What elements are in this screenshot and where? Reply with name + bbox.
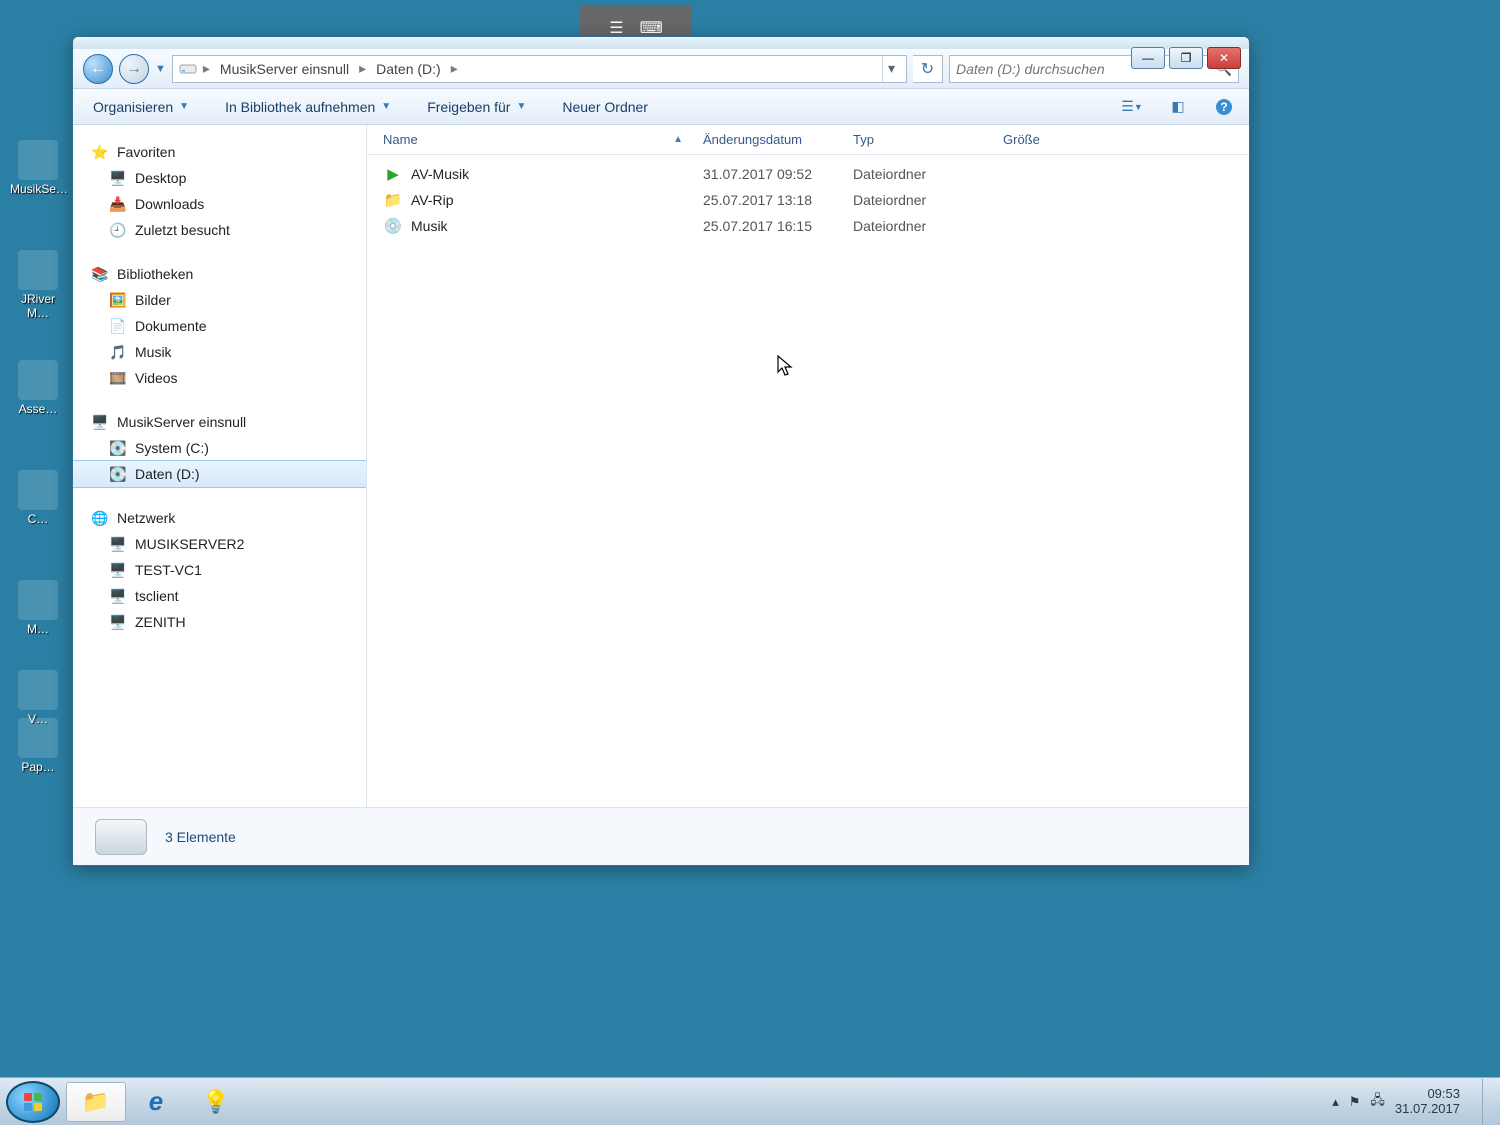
share-button[interactable]: Freigeben für ▼ <box>421 95 532 119</box>
desktop-icon[interactable]: M… <box>10 580 66 636</box>
tray-flag-icon[interactable]: ⚑ <box>1349 1094 1361 1110</box>
explorer-icon: 📁 <box>82 1089 109 1115</box>
keyboard-icon[interactable]: ⌨ <box>640 18 663 38</box>
organize-button[interactable]: Organisieren ▼ <box>87 95 195 119</box>
preview-pane-button[interactable]: ◧ <box>1167 96 1189 118</box>
networkpc-icon: 🖥️ <box>109 587 127 605</box>
recent-icon: 🕘 <box>109 221 127 239</box>
play-folder-icon: ▶ <box>383 164 403 184</box>
file-row[interactable]: ▶ AV-Musik 31.07.2017 09:52 Dateiordner <box>367 161 1249 187</box>
svg-text:?: ? <box>1220 100 1227 114</box>
networkpc-icon: 🖥️ <box>109 561 127 579</box>
networkpc-icon: 🖥️ <box>109 535 127 553</box>
music-icon: 🎵 <box>109 343 127 361</box>
history-dropdown[interactable]: ▼ <box>155 63 166 75</box>
new-folder-button[interactable]: Neuer Ordner <box>556 95 654 119</box>
file-list: Name▲ Änderungsdatum Typ Größe ▶ AV-Musi… <box>367 125 1249 807</box>
close-button[interactable]: ✕ <box>1207 47 1241 69</box>
libraries-icon: 📚 <box>91 265 109 283</box>
nav-pictures[interactable]: 🖼️Bilder <box>73 287 366 313</box>
view-button[interactable]: ☰ ▼ <box>1121 96 1143 118</box>
refresh-button[interactable]: ↻ <box>913 55 943 83</box>
sort-asc-icon: ▲ <box>673 134 683 145</box>
drive-icon: 💽 <box>109 465 127 483</box>
breadcrumb-computer[interactable]: MusikServer einsnull <box>216 61 353 77</box>
desktop-icon[interactable]: MusikSe… <box>10 140 66 196</box>
column-size[interactable]: Größe <box>1003 132 1123 147</box>
desktop-icon[interactable]: C… <box>10 470 66 526</box>
column-name[interactable]: Name▲ <box>383 132 703 147</box>
tray-arrow-icon[interactable]: ▴ <box>1332 1094 1339 1110</box>
nav-netpc[interactable]: 🖥️TEST-VC1 <box>73 557 366 583</box>
status-bar: 3 Elemente <box>73 807 1249 865</box>
star-icon: ⭐ <box>91 143 109 161</box>
bulb-icon: 💡 <box>202 1089 229 1115</box>
nav-libraries[interactable]: 📚Bibliotheken <box>73 261 366 287</box>
taskbar-explorer[interactable]: 📁 <box>66 1082 126 1122</box>
nav-videos[interactable]: 🎞️Videos <box>73 365 366 391</box>
nav-desktop[interactable]: 🖥️Desktop <box>73 165 366 191</box>
nav-downloads[interactable]: 📥Downloads <box>73 191 366 217</box>
column-type[interactable]: Typ <box>853 132 1003 147</box>
include-library-button[interactable]: In Bibliothek aufnehmen ▼ <box>219 95 397 119</box>
file-row[interactable]: 💿 Musik 25.07.2017 16:15 Dateiordner <box>367 213 1249 239</box>
minimize-button[interactable]: — <box>1131 47 1165 69</box>
status-text: 3 Elemente <box>165 829 236 845</box>
desktop-icon[interactable]: Asse… <box>10 360 66 416</box>
explorer-window: — ❐ ✕ ← → ▼ ▸ MusikServer einsnull ▸ Dat… <box>72 36 1250 866</box>
nav-drive-d[interactable]: 💽Daten (D:) <box>73 460 366 488</box>
file-row[interactable]: 📁 AV-Rip 25.07.2017 13:18 Dateiordner <box>367 187 1249 213</box>
nav-recent[interactable]: 🕘Zuletzt besucht <box>73 217 366 243</box>
nav-pane: ⭐Favoriten 🖥️Desktop 📥Downloads 🕘Zuletzt… <box>73 125 367 807</box>
nav-favorites[interactable]: ⭐Favoriten <box>73 139 366 165</box>
nav-music[interactable]: 🎵Musik <box>73 339 366 365</box>
column-date[interactable]: Änderungsdatum <box>703 132 853 147</box>
desktop-icon: 🖥️ <box>109 169 127 187</box>
nav-netpc[interactable]: 🖥️ZENITH <box>73 609 366 635</box>
videos-icon: 🎞️ <box>109 369 127 387</box>
show-desktop-button[interactable] <box>1482 1079 1494 1125</box>
desktop-icon[interactable]: JRiver M… <box>10 250 66 320</box>
network-icon: 🌐 <box>91 509 109 527</box>
folder-icon: 📁 <box>383 190 403 210</box>
breadcrumb-current[interactable]: Daten (D:) <box>372 61 445 77</box>
taskbar: 📁 e 💡 ▴ ⚑ 🖧 09:53 31.07.2017 <box>0 1077 1500 1125</box>
drive-thumb-icon <box>95 819 147 855</box>
nav-computer[interactable]: 🖥️MusikServer einsnull <box>73 409 366 435</box>
menu-icon[interactable]: ☰ <box>609 18 623 38</box>
nav-netpc[interactable]: 🖥️tsclient <box>73 583 366 609</box>
start-button[interactable] <box>6 1081 60 1123</box>
nav-drive-c[interactable]: 💽System (C:) <box>73 435 366 461</box>
downloads-icon: 📥 <box>109 195 127 213</box>
documents-icon: 📄 <box>109 317 127 335</box>
nav-netpc[interactable]: 🖥️MUSIKSERVER2 <box>73 531 366 557</box>
taskbar-app[interactable]: 💡 <box>186 1082 246 1122</box>
forward-button[interactable]: → <box>119 54 149 84</box>
nav-documents[interactable]: 📄Dokumente <box>73 313 366 339</box>
taskbar-ie[interactable]: e <box>126 1082 186 1122</box>
address-dropdown[interactable]: ▾ <box>882 56 900 82</box>
tray-network-icon[interactable]: 🖧 <box>1370 1091 1385 1113</box>
maximize-button[interactable]: ❐ <box>1169 47 1203 69</box>
drive-icon <box>179 62 197 76</box>
mouse-cursor-icon <box>777 355 793 377</box>
help-button[interactable]: ? <box>1213 96 1235 118</box>
computer-icon: 🖥️ <box>91 413 109 431</box>
address-bar[interactable]: ▸ MusikServer einsnull ▸ Daten (D:) ▸ ▾ <box>172 55 907 83</box>
tray-clock[interactable]: 09:53 31.07.2017 <box>1395 1087 1466 1117</box>
drive-icon: 💽 <box>109 439 127 457</box>
pictures-icon: 🖼️ <box>109 291 127 309</box>
nav-network[interactable]: 🌐Netzwerk <box>73 505 366 531</box>
desktop-icon[interactable]: Pap… <box>10 718 66 774</box>
disc-folder-icon: 💿 <box>383 216 403 236</box>
networkpc-icon: 🖥️ <box>109 613 127 631</box>
ie-icon: e <box>149 1086 163 1117</box>
back-button[interactable]: ← <box>83 54 113 84</box>
